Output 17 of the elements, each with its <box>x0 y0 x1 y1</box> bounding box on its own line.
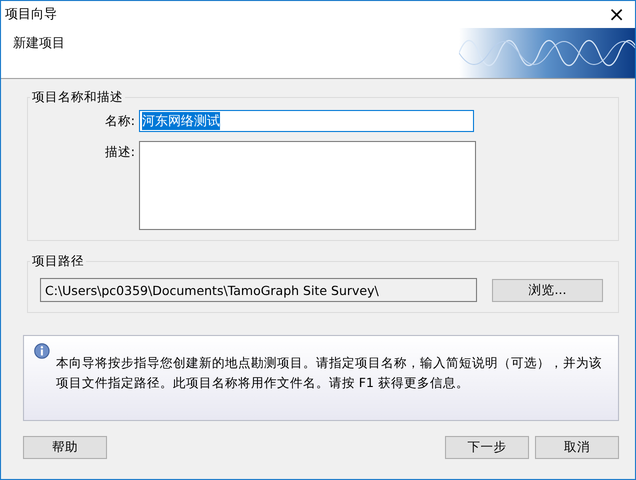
help-button[interactable]: 帮助 <box>23 436 107 459</box>
window-title: 项目向导 <box>5 6 57 23</box>
path-field[interactable]: C:\Users\pc0359\Documents\TamoGraph Site Survey\ <box>40 278 477 302</box>
name-value: 河东网络测试 <box>142 112 220 130</box>
name-input-field[interactable]: 河东网络测试 <box>139 110 474 132</box>
info-text: 本向导将按步指导您创建新的地点勘测项目。请指定项目名称，输入简短说明（可选），并为该项目文件指定路径。此项目名称将用作文件名。请按 F1 获得更多信息。 <box>56 354 603 392</box>
name-label: 名称: <box>104 112 135 130</box>
description-input-field[interactable] <box>139 141 476 230</box>
info-icon <box>34 343 50 359</box>
dialog-button[interactable]: 取消 <box>535 436 619 459</box>
close-button[interactable]: × <box>604 4 629 24</box>
group-title: 项目名称和描述 <box>31 89 124 106</box>
group-title: 项目路径 <box>31 253 85 270</box>
browse-button[interactable]: 浏览... <box>492 278 603 302</box>
dialog-button[interactable]: 下一步 <box>445 436 529 459</box>
description-label: 描述: <box>104 143 135 161</box>
page-title: 新建项目 <box>12 35 65 53</box>
